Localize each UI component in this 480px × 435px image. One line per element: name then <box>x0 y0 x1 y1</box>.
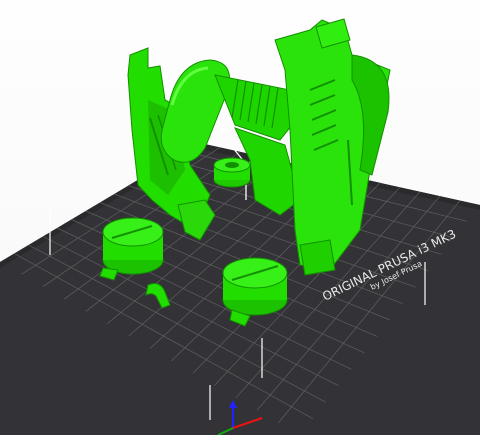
model-small-ring[interactable] <box>213 157 251 188</box>
3d-viewport[interactable]: ORIGINAL PRUSA i3 MK3 by Josef Prusa <box>0 0 480 435</box>
scene-canvas[interactable]: ORIGINAL PRUSA i3 MK3 by Josef Prusa <box>0 0 480 435</box>
model-handle-grip[interactable] <box>160 59 230 163</box>
model-round-cap-left[interactable] <box>99 217 164 281</box>
